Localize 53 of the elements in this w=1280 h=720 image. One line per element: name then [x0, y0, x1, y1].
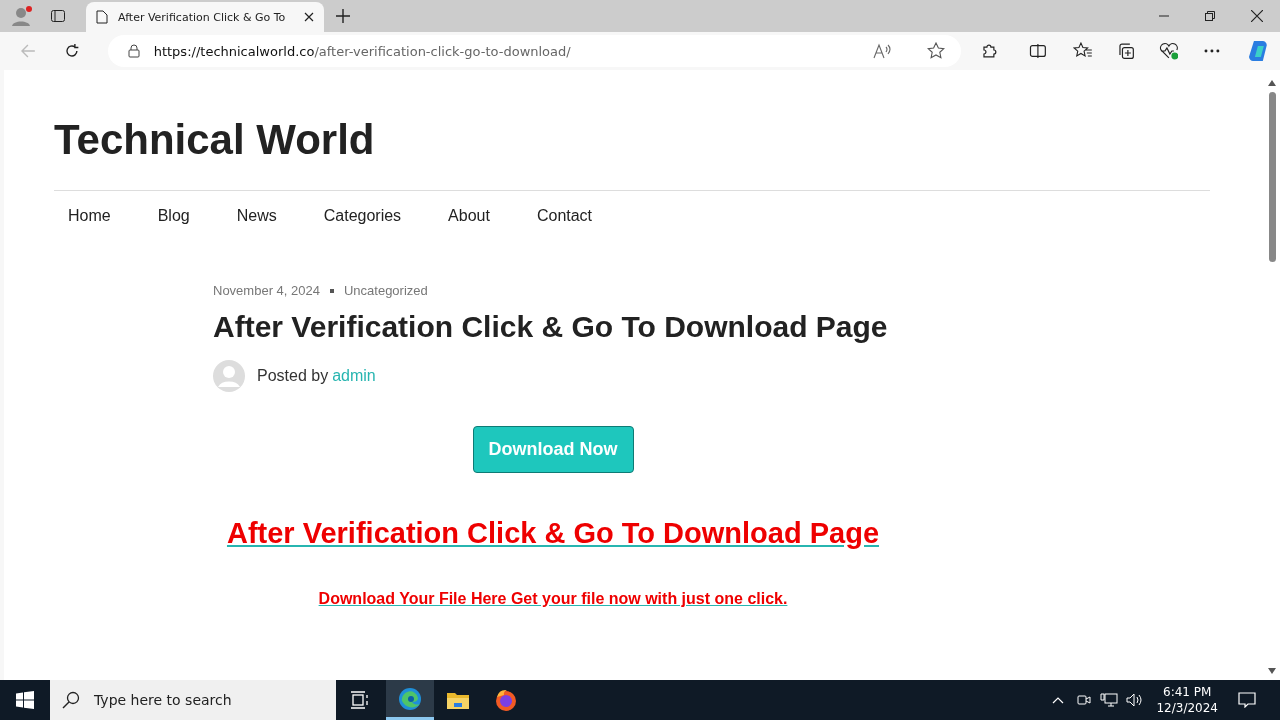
read-aloud-icon[interactable]	[873, 43, 892, 59]
browser-tab[interactable]: After Verification Click & Go To	[86, 2, 324, 32]
category-link[interactable]: Uncategorized	[343, 283, 428, 298]
address-bar[interactable]: https://technicalworld.co/after-verification-click-go-to-download/	[107, 35, 962, 67]
nav-link[interactable]: Home	[68, 207, 111, 225]
copilot-icon[interactable]	[1246, 39, 1270, 63]
scroll-down-icon[interactable]	[1268, 668, 1276, 674]
more-icon[interactable]	[1204, 49, 1221, 53]
close-icon[interactable]	[1251, 10, 1263, 22]
post-date: November 4, 2024	[213, 283, 320, 298]
health-icon[interactable]	[1158, 42, 1179, 60]
scroll-up-icon[interactable]	[1268, 80, 1276, 86]
firefox-icon	[494, 688, 518, 712]
posted-by-text: Posted by	[257, 367, 329, 385]
download-file-link[interactable]: Download Your File Here Get your file now with just one click.	[318, 590, 788, 608]
nav-link[interactable]: News	[236, 207, 277, 225]
nav-link[interactable]: Categories	[323, 207, 402, 225]
folder-icon	[446, 690, 470, 710]
camera-icon[interactable]	[1076, 692, 1093, 708]
task-view-icon[interactable]	[350, 691, 370, 709]
tab-title: After Verification Click & Go To	[118, 10, 287, 24]
refresh-icon[interactable]	[63, 43, 80, 59]
search-icon	[62, 691, 80, 709]
site-title[interactable]: Technical World	[54, 116, 375, 164]
clock-time[interactable]: 6:41 PM	[1163, 684, 1212, 700]
close-icon[interactable]	[304, 12, 314, 22]
split-screen-icon[interactable]	[1029, 42, 1047, 60]
windows-start-icon[interactable]	[16, 691, 34, 709]
profile-icon[interactable]	[10, 4, 34, 28]
page-icon	[96, 10, 108, 24]
network-icon[interactable]	[1100, 692, 1119, 708]
edge-icon	[398, 686, 422, 711]
favorites-icon[interactable]	[1073, 42, 1093, 60]
lock-icon	[127, 44, 140, 58]
star-icon[interactable]	[927, 42, 946, 60]
taskbar-search-field[interactable]: Type here to search	[50, 680, 336, 720]
tab-actions-icon[interactable]	[50, 8, 66, 24]
avatar-icon	[213, 360, 245, 392]
taskbar-app[interactable]	[386, 680, 434, 720]
nav-link[interactable]: Contact	[536, 207, 593, 225]
post-title: After Verification Click & Go To Download Page	[213, 310, 889, 344]
new-tab-icon[interactable]	[336, 9, 350, 23]
chevron-up-icon[interactable]	[1052, 696, 1065, 704]
volume-icon[interactable]	[1126, 692, 1145, 708]
restore-icon[interactable]	[1205, 11, 1215, 21]
nav-link[interactable]: About	[448, 207, 490, 225]
scrollbar-thumb[interactable]	[1268, 92, 1276, 262]
clock-date[interactable]: 12/3/2024	[1156, 700, 1218, 716]
notification-icon[interactable]	[1238, 692, 1256, 708]
download-page-link[interactable]: After Verification Click & Go To Download Page	[226, 517, 880, 550]
nav-link[interactable]: Blog	[157, 207, 190, 225]
url-text: https://technicalworld.co/after-verification-click-go-to-download/	[153, 43, 571, 59]
collections-icon[interactable]	[1116, 42, 1135, 60]
